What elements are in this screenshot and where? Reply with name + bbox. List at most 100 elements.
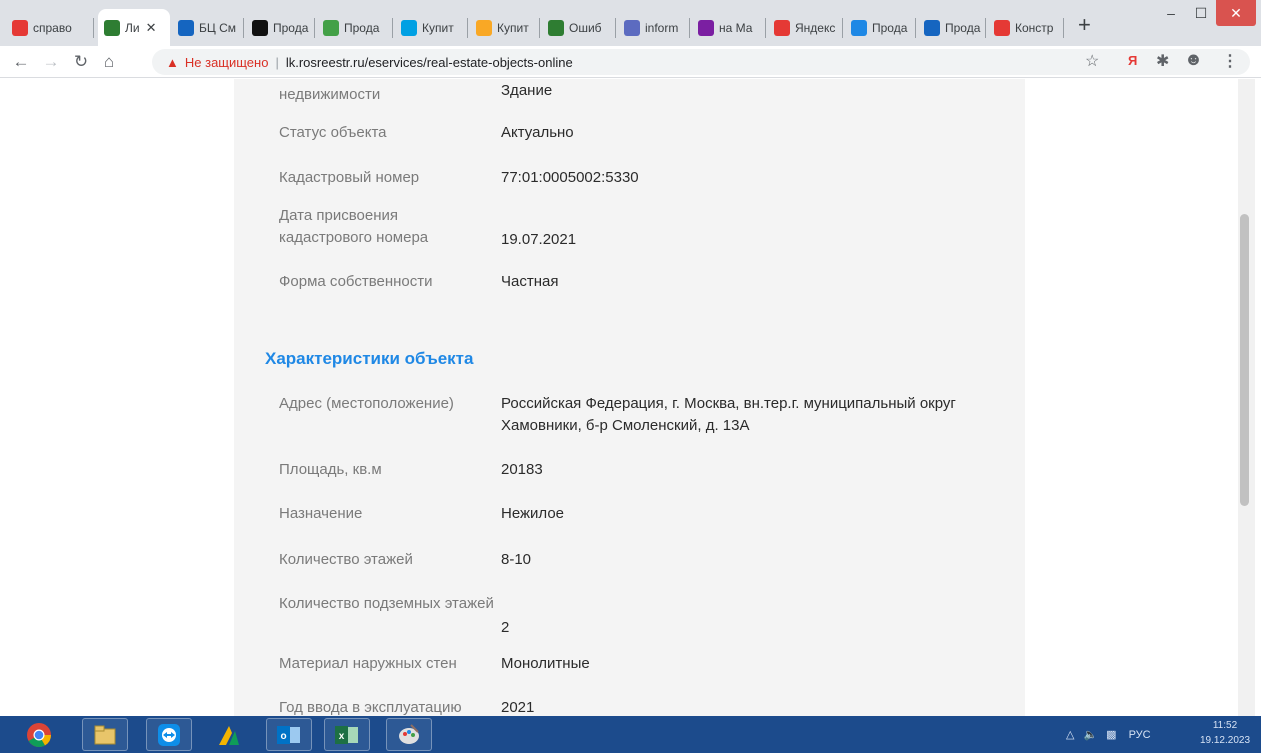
volume-icon[interactable]: 🔈 xyxy=(1083,728,1097,741)
property-label: Количество подземных этажей xyxy=(279,595,494,612)
cian-icon xyxy=(401,19,417,36)
tab-close-icon[interactable]: ✕ xyxy=(146,20,157,36)
browser-tab[interactable]: Ли ✕ xyxy=(98,9,170,46)
outlook-taskbar-icon[interactable]: o xyxy=(266,718,312,751)
teamviewer-taskbar-icon[interactable] xyxy=(146,718,192,751)
browser-tab[interactable]: inform xyxy=(618,9,690,46)
rosreestr-icon xyxy=(548,19,564,36)
tab-title: Прода xyxy=(872,20,908,35)
property-label: Форма собственности xyxy=(279,273,433,290)
minimize-button[interactable]: – xyxy=(1156,0,1186,26)
tab-separator xyxy=(539,18,540,38)
browser-tab[interactable]: Прода xyxy=(246,9,315,46)
tab-title: Прода xyxy=(273,20,309,35)
browser-tab[interactable]: Яндекс xyxy=(768,9,843,46)
new-tab-button[interactable]: + xyxy=(1078,14,1091,36)
reload-button[interactable]: ↻ xyxy=(70,51,92,73)
browser-tab[interactable]: Купит xyxy=(395,9,468,46)
url-text: lk.rosreestr.ru/eservices/real-estate-ob… xyxy=(285,54,573,70)
clock-date: 19.12.2023 xyxy=(1199,735,1251,746)
browser-tab[interactable]: Ошиб xyxy=(542,9,616,46)
profile-avatar-icon[interactable]: ☻ xyxy=(1184,49,1203,70)
property-value: Здание xyxy=(501,82,553,99)
browser-tab[interactable]: Прода xyxy=(918,9,986,46)
maximize-button[interactable]: ☐ xyxy=(1186,0,1216,26)
extensions-puzzle-icon[interactable]: ✱ xyxy=(1156,51,1169,71)
tab-separator xyxy=(243,18,244,38)
property-label: Площадь, кв.м xyxy=(279,461,382,478)
arrow-logo-icon xyxy=(924,19,940,36)
ta-logo-icon xyxy=(851,19,867,36)
property-label: Назначение xyxy=(279,505,363,522)
property-label: Дата присвоения кадастрового номера xyxy=(279,207,429,246)
property-label: Материал наружных стен xyxy=(279,655,457,672)
property-label: Кадастровый номер xyxy=(279,169,420,186)
browser-tab[interactable]: БЦ См xyxy=(172,9,244,46)
tab-title: БЦ См xyxy=(199,20,237,35)
property-value: Частная xyxy=(501,273,559,290)
tab-separator xyxy=(689,18,690,38)
scrollbar-thumb[interactable] xyxy=(1240,214,1249,506)
tab-title: inform xyxy=(645,20,679,35)
rosreestr-icon xyxy=(104,19,120,36)
tab-separator xyxy=(314,18,315,38)
back-button[interactable]: ← xyxy=(10,51,32,73)
property-value: 2 xyxy=(501,619,510,636)
yandex-icon xyxy=(12,19,28,36)
tray-expand-icon[interactable]: △ xyxy=(1066,728,1074,741)
file-explorer-taskbar-icon[interactable] xyxy=(82,718,128,751)
browser-menu-icon[interactable]: ⋮ xyxy=(1222,51,1238,71)
tab-title: Купит xyxy=(422,20,454,35)
tab-separator xyxy=(93,18,94,38)
tab-separator xyxy=(1063,18,1064,38)
bookmark-star-icon[interactable]: ☆ xyxy=(1085,51,1099,71)
browser-tab[interactable]: справо xyxy=(6,9,94,46)
property-value: Актуально xyxy=(501,124,574,141)
excel-taskbar-icon[interactable]: x xyxy=(324,718,370,751)
browser-tab[interactable]: Констр xyxy=(988,9,1064,46)
property-value: 8-10 xyxy=(501,551,532,568)
tab-separator xyxy=(842,18,843,38)
tab-separator xyxy=(765,18,766,38)
object-card: недвижимости Здание Статус объекта Актуальн… xyxy=(234,79,1025,716)
tab-title: Ли xyxy=(125,20,140,35)
forward-button[interactable]: → xyxy=(40,51,62,73)
tab-separator xyxy=(392,18,393,38)
browser-tab[interactable]: Прода xyxy=(845,9,916,46)
browser-tab[interactable]: на Ма xyxy=(692,9,766,46)
svg-text:x: x xyxy=(339,731,345,742)
paint-taskbar-icon[interactable] xyxy=(386,718,432,751)
browser-toolbar: ← → ↻ ⌂ ▲ Не защищено | lk.rosreestr.ru/… xyxy=(0,46,1261,78)
system-tray: △ 🔈 ▩ РУС xyxy=(1066,716,1151,753)
network-icon[interactable]: ▩ xyxy=(1106,728,1116,741)
property-value: 77:01:0005002:5330 xyxy=(501,169,639,186)
an-logo-icon xyxy=(252,19,268,36)
yandex-extension-icon[interactable]: Я xyxy=(1128,53,1137,68)
tab-title: Прода xyxy=(945,20,981,35)
property-label: Количество этажей xyxy=(279,551,413,568)
n-logo-icon xyxy=(624,19,640,36)
domclick-icon xyxy=(323,19,339,36)
tab-title: Ошиб xyxy=(569,20,602,35)
language-indicator[interactable]: РУС xyxy=(1129,729,1151,741)
windows-taskbar: o x △ 🔈 ▩ РУС 11:52 19.12.2023 xyxy=(0,716,1261,753)
archicad-taskbar-icon[interactable] xyxy=(206,718,252,751)
close-window-button[interactable]: ✕ xyxy=(1216,0,1256,26)
tab-strip: справо Ли ✕ БЦ См Прода Прода Купит Купит Ошиб in… xyxy=(0,0,1261,46)
home-button[interactable]: ⌂ xyxy=(98,51,120,73)
page-content: недвижимости Здание Статус объекта Актуальн… xyxy=(0,79,1261,716)
tab-title: справо xyxy=(33,20,72,35)
tab-separator xyxy=(985,18,986,38)
property-value: 2021 xyxy=(501,699,535,716)
not-secure-label: Не защищено xyxy=(184,54,269,70)
characteristics-section-title: Характеристики объекта xyxy=(265,349,474,368)
chrome-taskbar-icon[interactable] xyxy=(16,718,62,751)
browser-tab[interactable]: Купит xyxy=(470,9,540,46)
taskbar-clock[interactable]: 11:52 19.12.2023 xyxy=(1195,718,1255,748)
browser-tab[interactable]: Прода xyxy=(317,9,393,46)
page-scrollbar[interactable] xyxy=(1238,79,1255,716)
svg-text:o: o xyxy=(280,731,286,742)
property-label: Год ввода в эксплуатацию xyxy=(279,699,462,716)
arrow-logo-icon xyxy=(178,19,194,36)
tab-title: Прода xyxy=(344,20,380,35)
